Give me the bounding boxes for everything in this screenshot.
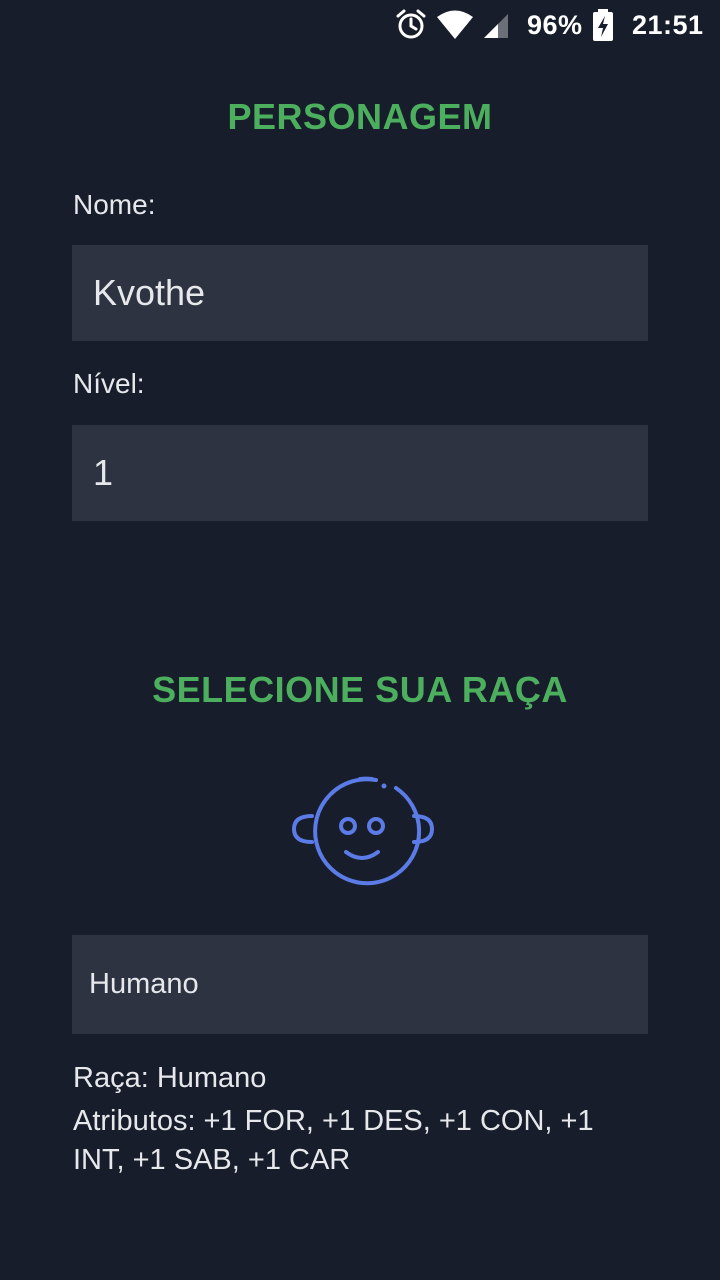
cell-signal-icon	[482, 8, 510, 42]
level-label: Nível:	[73, 368, 145, 399]
race-select-value: Humano	[89, 968, 199, 1000]
status-bar: 96% 21:51	[0, 0, 720, 50]
battery-charging-icon	[592, 8, 614, 42]
race-heading: SELECIONE SUA RAÇA	[152, 669, 568, 710]
battery-percent: 96%	[527, 9, 583, 40]
alarm-clock-icon	[394, 8, 428, 42]
level-input[interactable]: 1	[72, 425, 648, 521]
level-input-value: 1	[93, 452, 114, 493]
character-screen: 96% 21:51 PERSONAGEM Nome: Kvothe Nível:…	[0, 0, 720, 1280]
race-info-text: Raça: Humano	[73, 1062, 267, 1094]
name-input-value: Kvothe	[93, 272, 206, 313]
race-select[interactable]: Humano	[72, 935, 648, 1034]
character-heading: PERSONAGEM	[227, 96, 493, 137]
attributes-info-text: Atributos: +1 FOR, +1 DES, +1 CON, +1 IN…	[73, 1105, 594, 1176]
name-input[interactable]: Kvothe	[72, 245, 648, 341]
name-label: Nome:	[73, 189, 156, 220]
clock-time: 21:51	[632, 9, 704, 40]
baby-face-icon	[288, 774, 438, 892]
wifi-icon	[436, 8, 474, 42]
